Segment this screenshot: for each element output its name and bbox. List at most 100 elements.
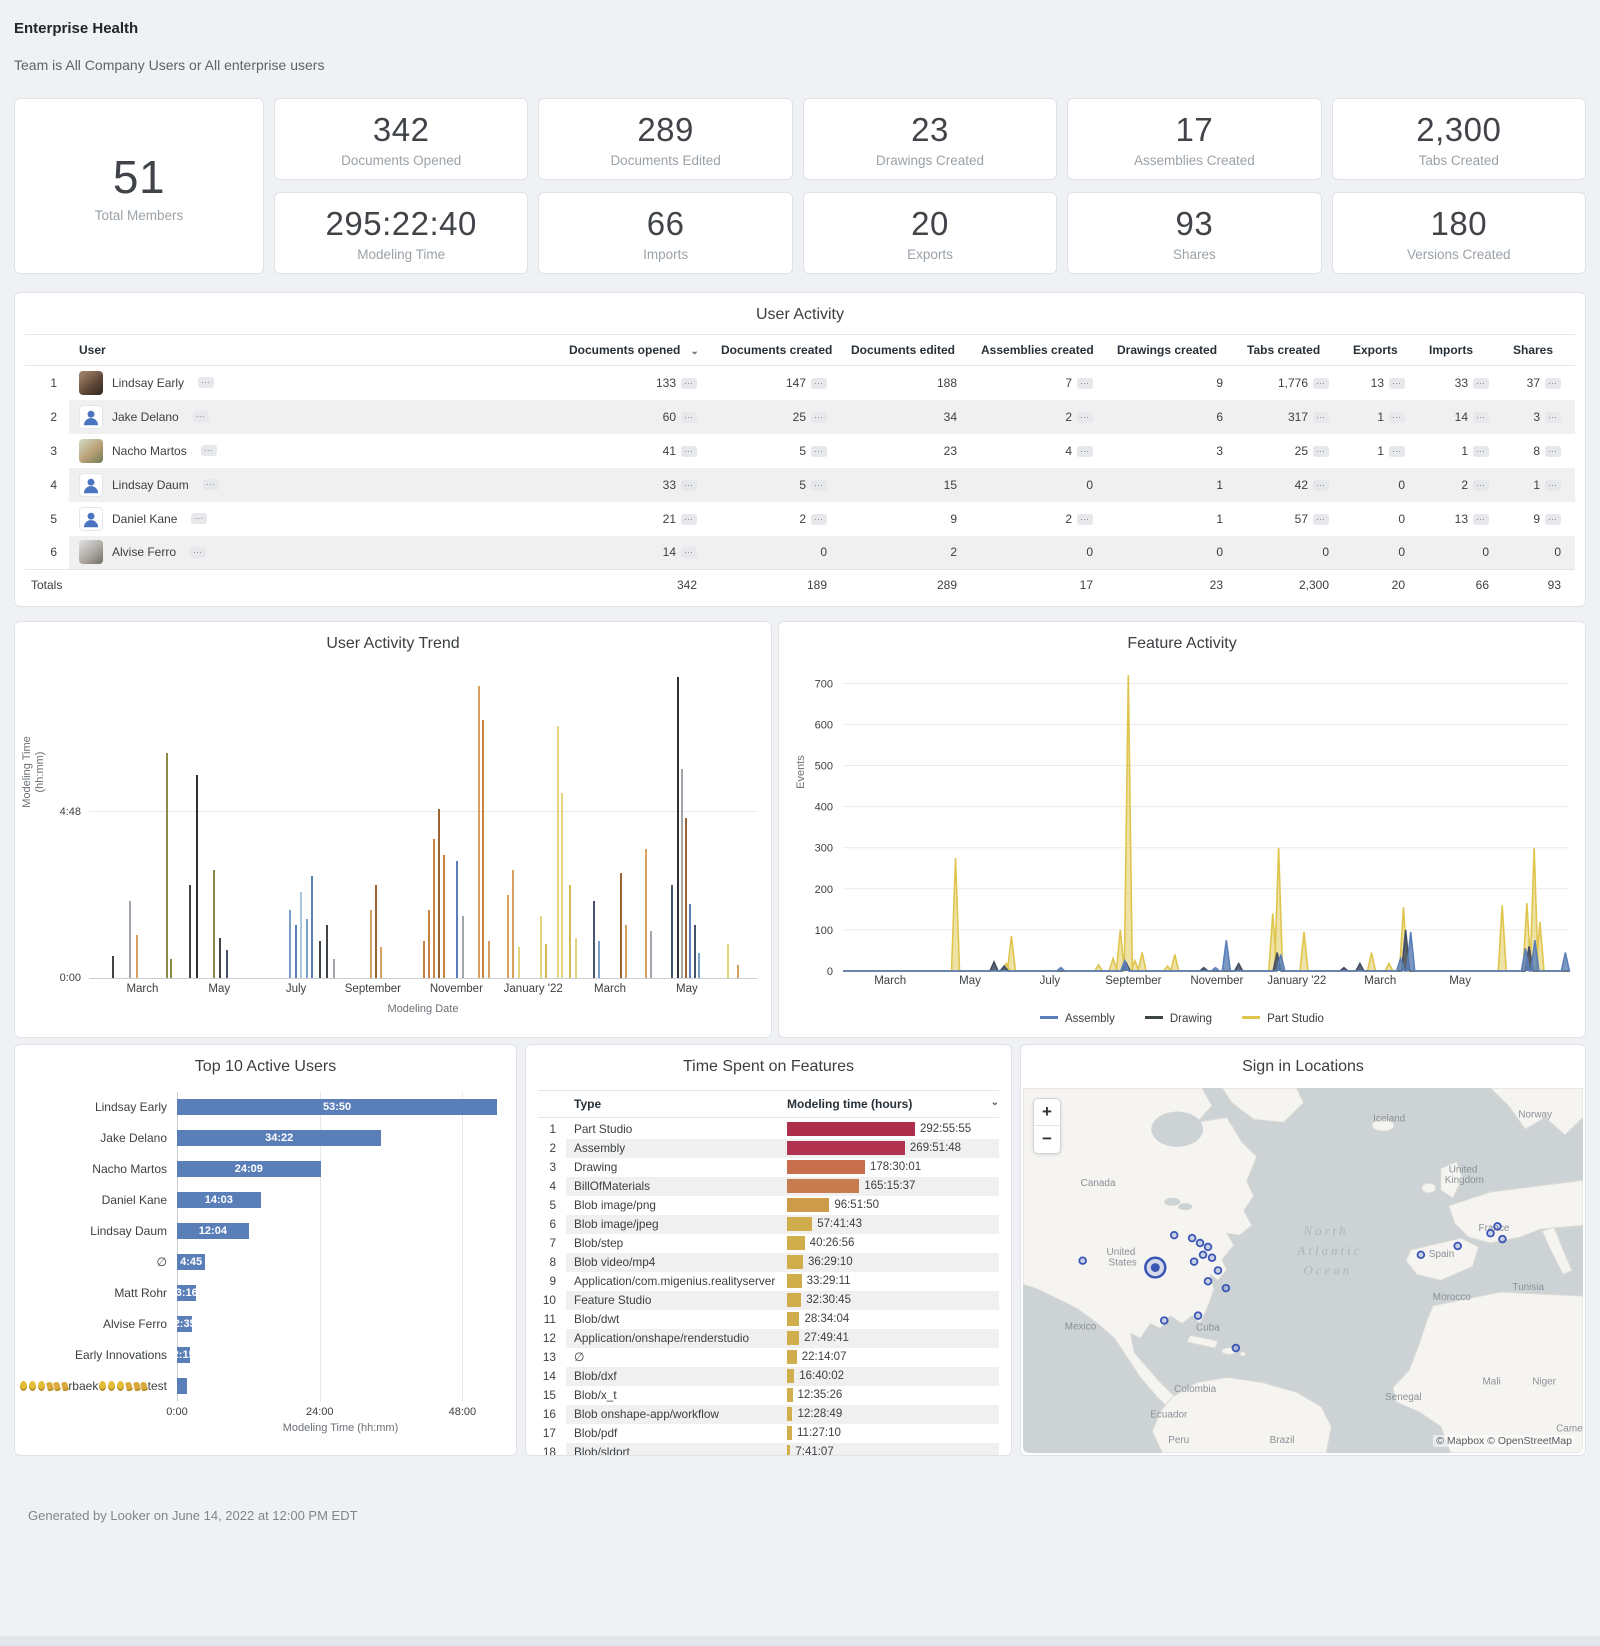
top-users-bar[interactable]: 24:09 xyxy=(177,1161,321,1177)
time-spent-col-value[interactable]: Modeling time (hours) xyxy=(787,1097,912,1111)
top-users-bar[interactable]: 34:22 xyxy=(177,1130,381,1146)
legend-item-part-studio[interactable]: Part Studio xyxy=(1242,1013,1324,1025)
sign-in-location-marker[interactable] xyxy=(1494,1223,1501,1230)
more-icon[interactable]: ⋯ xyxy=(811,480,827,491)
more-icon[interactable]: ⋯ xyxy=(1545,480,1561,491)
time-spent-row[interactable]: 5Blob image/png96:51:50 xyxy=(538,1196,999,1215)
table-header-documents-edited[interactable]: Documents edited xyxy=(841,335,971,366)
sign-in-location-marker[interactable] xyxy=(1487,1229,1494,1236)
sign-in-location-marker[interactable] xyxy=(1499,1235,1506,1242)
top-users-bar[interactable]: 4:45 xyxy=(177,1254,205,1270)
more-icon[interactable]: ⋯ xyxy=(1389,446,1405,457)
sign-in-location-marker[interactable] xyxy=(1197,1239,1204,1246)
world-map[interactable]: CanadaUnitedStatesMexicoCubaColombiaEcua… xyxy=(1023,1088,1583,1453)
sign-in-location-marker[interactable] xyxy=(1079,1257,1086,1264)
table-header-imports[interactable]: Imports xyxy=(1419,335,1503,366)
time-spent-row[interactable]: 4BillOfMaterials165:15:37 xyxy=(538,1177,999,1196)
time-spent-row[interactable]: 16Blob onshape-app/workflow12:28:49 xyxy=(538,1405,999,1424)
more-icon[interactable]: ⋯ xyxy=(190,547,206,558)
top-users-bar[interactable]: 2:35 xyxy=(177,1316,192,1332)
more-icon[interactable]: ⋯ xyxy=(1545,378,1561,389)
more-icon[interactable]: ⋯ xyxy=(1077,412,1093,423)
feature-plot-area[interactable]: 0100200300400500600700 xyxy=(843,671,1569,971)
time-spent-row[interactable]: 18Blob/sldprt7:41:07 xyxy=(538,1443,999,1456)
time-spent-row[interactable]: 3Drawing178:30:01 xyxy=(538,1158,999,1177)
user-cell[interactable]: Jake Delano⋯ xyxy=(69,400,559,434)
more-icon[interactable]: ⋯ xyxy=(1313,412,1329,423)
top-users-bar[interactable] xyxy=(177,1378,187,1394)
more-icon[interactable]: ⋯ xyxy=(1473,378,1489,389)
top-users-bar[interactable]: 3:16 xyxy=(177,1285,196,1301)
sign-in-location-marker[interactable] xyxy=(1209,1254,1216,1261)
sign-in-location-marker[interactable] xyxy=(1171,1231,1178,1238)
table-header-assemblies-created[interactable]: Assemblies created xyxy=(971,335,1107,366)
legend-item-assembly[interactable]: Assembly xyxy=(1040,1013,1115,1025)
more-icon[interactable]: ⋯ xyxy=(1077,378,1093,389)
more-icon[interactable]: ⋯ xyxy=(1389,378,1405,389)
time-spent-row[interactable]: 9Application/com.migenius.realityserver3… xyxy=(538,1272,999,1291)
more-icon[interactable]: ⋯ xyxy=(1313,480,1329,491)
more-icon[interactable]: ⋯ xyxy=(1545,412,1561,423)
more-icon[interactable]: ⋯ xyxy=(681,412,697,423)
table-header-documents-opened[interactable]: Documents opened⌄ xyxy=(559,335,711,366)
more-icon[interactable]: ⋯ xyxy=(203,479,219,490)
more-icon[interactable]: ⋯ xyxy=(191,513,207,524)
time-spent-row[interactable]: 7Blob/step40:26:56 xyxy=(538,1234,999,1253)
time-spent-row[interactable]: 2Assembly269:51:48 xyxy=(538,1139,999,1158)
sign-in-location-marker[interactable] xyxy=(1205,1277,1212,1284)
sort-caret-icon[interactable]: ⌄ xyxy=(690,346,698,357)
time-spent-row[interactable]: 17Blob/pdf11:27:10 xyxy=(538,1424,999,1443)
user-cell[interactable]: Alvise Ferro⋯ xyxy=(69,536,559,570)
user-cell[interactable]: Daniel Kane⋯ xyxy=(69,502,559,536)
legend-item-drawing[interactable]: Drawing xyxy=(1145,1013,1212,1025)
sign-in-location-marker[interactable] xyxy=(1189,1234,1196,1241)
sign-in-cluster-center[interactable] xyxy=(1151,1263,1160,1272)
zoom-out-button[interactable]: − xyxy=(1034,1126,1060,1153)
more-icon[interactable]: ⋯ xyxy=(1473,412,1489,423)
sign-in-location-marker[interactable] xyxy=(1215,1267,1222,1274)
table-header-tabs-created[interactable]: Tabs created xyxy=(1237,335,1343,366)
sign-in-location-marker[interactable] xyxy=(1191,1258,1198,1265)
trend-plot-area[interactable]: 4:480:00 xyxy=(89,671,757,979)
more-icon[interactable]: ⋯ xyxy=(1077,446,1093,457)
zoom-in-button[interactable]: + xyxy=(1034,1099,1060,1126)
more-icon[interactable]: ⋯ xyxy=(1545,514,1561,525)
time-spent-row[interactable]: 10Feature Studio32:30:45 xyxy=(538,1291,999,1310)
sign-in-location-marker[interactable] xyxy=(1232,1344,1239,1351)
more-icon[interactable]: ⋯ xyxy=(1313,378,1329,389)
table-header-documents-created[interactable]: Documents created xyxy=(711,335,841,366)
sign-in-location-marker[interactable] xyxy=(1161,1317,1168,1324)
time-spent-row[interactable]: 13∅22:14:07 xyxy=(538,1348,999,1367)
time-spent-row[interactable]: 11Blob/dwt28:34:04 xyxy=(538,1310,999,1329)
time-spent-row[interactable]: 6Blob image/jpeg57:41:43 xyxy=(538,1215,999,1234)
top-users-bar[interactable]: 14:03 xyxy=(177,1192,261,1208)
more-icon[interactable]: ⋯ xyxy=(811,412,827,423)
map-area[interactable]: CanadaUnitedStatesMexicoCubaColombiaEcua… xyxy=(1023,1088,1583,1453)
sign-in-location-marker[interactable] xyxy=(1195,1312,1202,1319)
time-spent-row[interactable]: 12Application/onshape/renderstudio27:49:… xyxy=(538,1329,999,1348)
more-icon[interactable]: ⋯ xyxy=(811,514,827,525)
more-icon[interactable]: ⋯ xyxy=(681,514,697,525)
more-icon[interactable]: ⋯ xyxy=(1473,480,1489,491)
sign-in-location-marker[interactable] xyxy=(1454,1242,1461,1249)
table-header-user[interactable]: User xyxy=(69,335,559,366)
more-icon[interactable]: ⋯ xyxy=(193,411,209,422)
table-header-exports[interactable]: Exports xyxy=(1343,335,1419,366)
user-cell[interactable]: Lindsay Early⋯ xyxy=(69,366,559,400)
more-icon[interactable]: ⋯ xyxy=(681,480,697,491)
more-icon[interactable]: ⋯ xyxy=(1077,514,1093,525)
more-icon[interactable]: ⋯ xyxy=(681,378,697,389)
more-icon[interactable]: ⋯ xyxy=(811,378,827,389)
sign-in-location-marker[interactable] xyxy=(1205,1243,1212,1250)
sign-in-location-marker[interactable] xyxy=(1200,1251,1207,1258)
more-icon[interactable]: ⋯ xyxy=(681,446,697,457)
time-spent-row[interactable]: 1Part Studio292:55:55 xyxy=(538,1120,999,1139)
sign-in-location-marker[interactable] xyxy=(1417,1251,1424,1258)
time-spent-row[interactable]: 14Blob/dxf16:40:02 xyxy=(538,1367,999,1386)
user-cell[interactable]: Lindsay Daum⋯ xyxy=(69,468,559,502)
more-icon[interactable]: ⋯ xyxy=(1473,514,1489,525)
table-header-drawings-created[interactable]: Drawings created xyxy=(1107,335,1237,366)
more-icon[interactable]: ⋯ xyxy=(811,446,827,457)
user-cell[interactable]: Nacho Martos⋯ xyxy=(69,434,559,468)
more-icon[interactable]: ⋯ xyxy=(681,547,697,558)
